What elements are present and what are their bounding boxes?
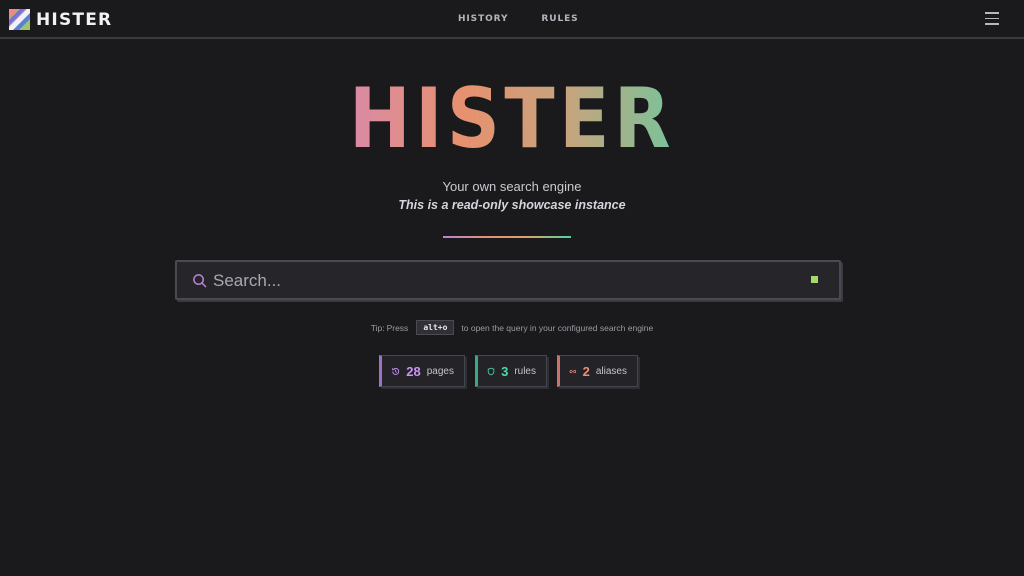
gradient-divider — [443, 236, 571, 238]
hero-title: HISTER — [0, 62, 1024, 162]
hero-title-text: HISTER — [349, 70, 675, 162]
search-icon — [193, 274, 207, 288]
showcase-notice: This is a read-only showcase instance — [398, 198, 626, 212]
pages-label: pages — [426, 365, 454, 377]
logo-text: HISTER — [36, 9, 113, 30]
logo[interactable]: HISTER — [9, 9, 112, 30]
shortcut-key: alt+o — [416, 320, 455, 335]
rules-label: rules — [514, 365, 536, 377]
search-box — [175, 260, 841, 300]
keyboard-tip: Tip: Press alt+o to open the query in yo… — [0, 320, 1024, 335]
stats-bar: 28 pages 3 rules 2 aliases — [379, 355, 638, 387]
link-icon — [569, 369, 576, 373]
shield-icon — [487, 367, 495, 375]
history-icon — [391, 367, 400, 375]
connection-status-indicator — [811, 276, 818, 283]
tip-prefix: Tip: — [370, 322, 385, 333]
stat-rules[interactable]: 3 rules — [475, 355, 547, 387]
hister-logo-icon — [9, 9, 30, 30]
tip-press: Press — [386, 322, 409, 333]
nav-link-rules[interactable]: RULES — [541, 14, 578, 24]
tip-text: to open the query in your configured sea… — [461, 322, 654, 333]
pages-count: 28 — [406, 363, 421, 379]
aliases-count: 2 — [582, 363, 590, 379]
stat-aliases[interactable]: 2 aliases — [557, 355, 638, 387]
stat-pages[interactable]: 28 pages — [379, 355, 465, 387]
main-nav: HISTORY RULES — [458, 14, 579, 24]
hamburger-menu-icon[interactable] — [985, 12, 999, 25]
hero-subtitle: Your own search engine — [442, 179, 582, 194]
nav-link-history[interactable]: HISTORY — [458, 14, 508, 24]
search-input[interactable] — [213, 269, 793, 293]
top-navigation-bar: HISTER HISTORY RULES — [0, 0, 1024, 39]
hero-title-graphic: HISTER — [349, 70, 675, 162]
rules-count: 3 — [501, 363, 509, 379]
aliases-label: aliases — [595, 365, 627, 377]
